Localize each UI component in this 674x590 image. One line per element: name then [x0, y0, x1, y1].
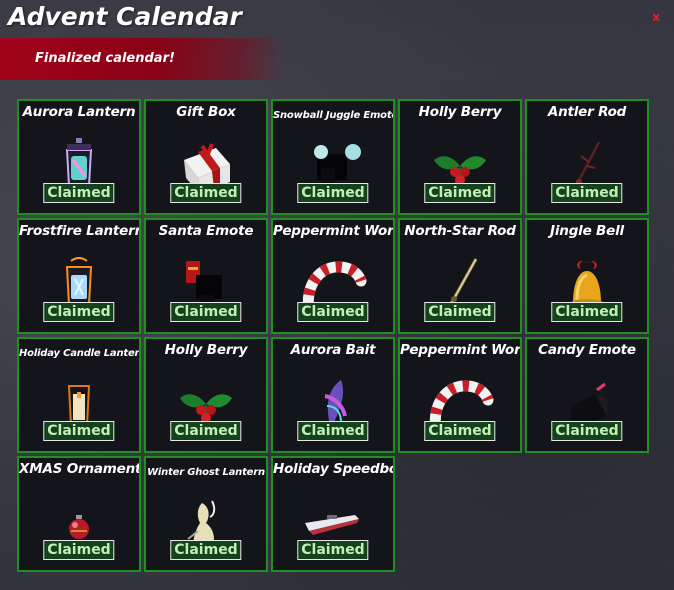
- window-title: Advent Calendar: [8, 2, 242, 31]
- claimed-badge: Claimed: [170, 302, 242, 322]
- claimed-badge: Claimed: [170, 183, 242, 203]
- calendar-tile[interactable]: Snowball Juggle Emote Claimed: [271, 99, 395, 215]
- claimed-badge: Claimed: [297, 421, 369, 441]
- tile-name: Santa Emote: [158, 223, 254, 239]
- claimed-badge: Claimed: [297, 183, 369, 203]
- tile-name: Peppermint Worm: [273, 223, 395, 239]
- claimed-badge: Claimed: [297, 540, 369, 560]
- tile-name: Holly Berry: [418, 104, 502, 120]
- claimed-badge: Claimed: [424, 421, 496, 441]
- calendar-tile[interactable]: Holly Berry Claimed: [144, 337, 268, 453]
- tile-name: Snowball Juggle Emote: [273, 110, 395, 121]
- claimed-badge: Claimed: [424, 302, 496, 322]
- tile-name: Gift Box: [176, 104, 236, 120]
- claimed-badge: Claimed: [424, 183, 496, 203]
- calendar-tile[interactable]: Peppermint Worm Claimed: [271, 218, 395, 334]
- claimed-badge: Claimed: [297, 302, 369, 322]
- tile-name: Holly Berry: [164, 342, 248, 358]
- calendar-tile[interactable]: Jingle Bell Claimed: [525, 218, 649, 334]
- calendar-tile[interactable]: North-Star Rod Claimed: [398, 218, 522, 334]
- tile-name: Winter Ghost Lantern: [147, 467, 265, 478]
- calendar-tile[interactable]: Candy Emote Claimed: [525, 337, 649, 453]
- claimed-badge: Claimed: [43, 183, 115, 203]
- calendar-tile[interactable]: Aurora Lantern Claimed: [17, 99, 141, 215]
- claimed-badge: Claimed: [43, 421, 115, 441]
- calendar-tile[interactable]: Holiday Speedboat Claimed: [271, 456, 395, 572]
- claimed-badge: Claimed: [170, 421, 242, 441]
- tile-name: Candy Emote: [538, 342, 636, 358]
- tile-name: Jingle Bell: [550, 223, 624, 239]
- calendar-tile[interactable]: Santa Emote Claimed: [144, 218, 268, 334]
- calendar-grid: Aurora Lantern Claimed Gift Box Claimed Snow…: [17, 99, 649, 572]
- tile-name: Antler Rod: [547, 104, 627, 120]
- calendar-tile[interactable]: Holly Berry Claimed: [398, 99, 522, 215]
- claimed-badge: Claimed: [551, 183, 623, 203]
- calendar-tile[interactable]: Frostfire Lantern Claimed: [17, 218, 141, 334]
- calendar-tile[interactable]: XMAS Ornament Claimed: [17, 456, 141, 572]
- tile-name: Peppermint Worm: [400, 342, 522, 358]
- tile-name: XMAS Ornament: [19, 461, 141, 477]
- calendar-tile[interactable]: Aurora Bait Claimed: [271, 337, 395, 453]
- claimed-badge: Claimed: [551, 421, 623, 441]
- close-button[interactable]: x: [652, 10, 660, 24]
- claimed-badge: Claimed: [43, 540, 115, 560]
- calendar-tile[interactable]: Gift Box Claimed: [144, 99, 268, 215]
- tile-name: Holiday Candle Lantern: [19, 348, 141, 359]
- calendar-tile[interactable]: Peppermint Worm Claimed: [398, 337, 522, 453]
- tile-name: North-Star Rod: [404, 223, 516, 239]
- claimed-badge: Claimed: [43, 302, 115, 322]
- tile-name: Aurora Lantern: [22, 104, 136, 120]
- claimed-badge: Claimed: [170, 540, 242, 560]
- tile-name: Frostfire Lantern: [19, 223, 141, 239]
- calendar-tile[interactable]: Holiday Candle Lantern Claimed: [17, 337, 141, 453]
- tile-name: Aurora Bait: [290, 342, 376, 358]
- tile-name: Holiday Speedboat: [273, 461, 393, 477]
- calendar-tile[interactable]: Winter Ghost Lantern Claimed: [144, 456, 268, 572]
- calendar-tile[interactable]: Antler Rod Claimed: [525, 99, 649, 215]
- claimed-badge: Claimed: [551, 302, 623, 322]
- status-banner-text: Finalized calendar!: [35, 51, 175, 66]
